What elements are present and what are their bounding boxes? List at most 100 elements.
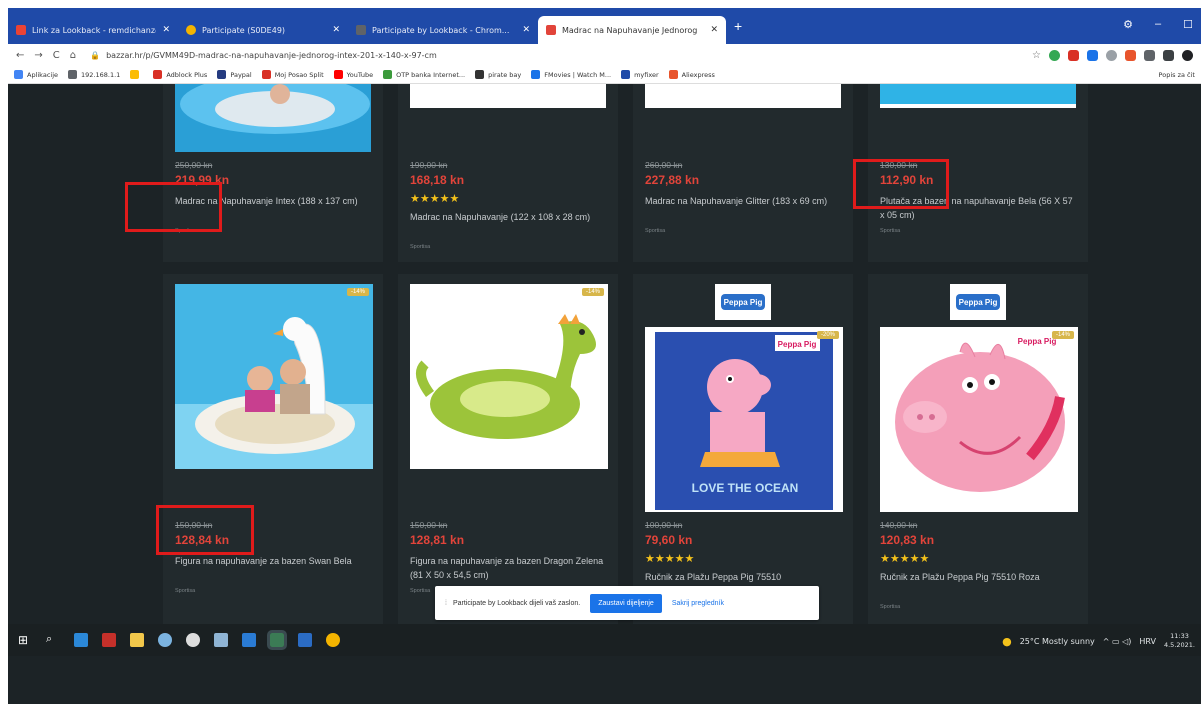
bookmark-item[interactable]: FMovies | Watch M... (531, 70, 611, 79)
product-card[interactable]: LOVE THE OCEAN Peppa Pig -20% Peppa Pig 100,… (633, 274, 853, 624)
extension-icon[interactable] (1144, 49, 1155, 61)
extension-icon[interactable] (1087, 49, 1098, 61)
extensions-puzzle-icon[interactable] (1163, 49, 1174, 61)
product-card[interactable]: 190,00 kn 168,18 kn ★★★★★ Madrac na Napuhav… (398, 84, 618, 262)
product-image[interactable] (880, 84, 1076, 108)
product-title[interactable]: Ručnik za Plažu Peppa Pig 75510 (645, 570, 840, 584)
reading-list-button[interactable]: Popis za čit (1159, 71, 1195, 79)
bookmark-item[interactable]: Moj Posao Split (261, 70, 324, 79)
product-card[interactable]: Peppa Pig -14% Peppa Pig 140,00 kn 120,83 kn… (868, 274, 1088, 624)
app-icon[interactable] (298, 633, 312, 647)
product-card[interactable]: -14% 150,00 kn 128,84 kn Figura na napuhava… (163, 274, 383, 624)
bookmark-icon (261, 70, 271, 79)
profile-icon[interactable]: ⚙ (1123, 18, 1133, 31)
bookmark-item[interactable]: Aliexpress (668, 70, 715, 79)
hide-button[interactable]: Sakrij pregledník (672, 600, 724, 607)
sale-price: 128,81 kn (410, 533, 465, 547)
bookmark-item[interactable]: myfixer (621, 70, 659, 79)
app-icon[interactable] (158, 633, 172, 647)
product-title[interactable]: Figura na napuhavanje za bazen Swan Bela (175, 554, 370, 568)
sale-price: 79,60 kn (645, 533, 693, 547)
product-image[interactable] (645, 84, 841, 108)
old-price: 150,00 kn (410, 520, 448, 530)
lock-icon[interactable]: 🔒 (90, 51, 100, 60)
product-title[interactable]: Madrac na Napuhavanje (122 x 108 x 28 cm… (410, 210, 605, 224)
product-image[interactable]: Peppa Pig -14% (880, 327, 1078, 512)
bookmark-icon (531, 70, 541, 79)
bookmark-item[interactable]: pirate bay (475, 70, 521, 79)
drag-handle-icon[interactable]: ⁞ (445, 600, 447, 607)
home-button[interactable]: ⌂ (70, 50, 76, 61)
file-explorer-icon[interactable] (130, 633, 144, 647)
windows-start-icon[interactable]: ⊞ (18, 633, 32, 647)
address-bar[interactable]: 🔒 bazzar.hr/p/GVMM49D-madrac-na-napuhava… (86, 47, 1032, 63)
back-button[interactable]: ← (16, 50, 24, 61)
highlight-box (853, 159, 949, 209)
product-image[interactable]: LOVE THE OCEAN Peppa Pig -20% (645, 327, 843, 512)
minimize-button[interactable]: – (1155, 18, 1161, 31)
bookmark-item[interactable]: Aplikacije (14, 70, 58, 79)
extension-icon[interactable] (1068, 49, 1079, 61)
close-icon[interactable]: ✕ (522, 25, 530, 35)
product-image[interactable]: -14% (175, 284, 373, 469)
system-tray: ● 25°C Mostly sunny ^ ▭ ◁) HRV 11:33 4.5… (1002, 632, 1195, 650)
bookmark-label: Aliexpress (681, 70, 715, 79)
task-view-icon[interactable] (74, 633, 88, 647)
bazzar-icon (546, 25, 556, 35)
bookmark-item[interactable]: Paypal (217, 70, 252, 79)
tab-participate[interactable]: Participate (S0DE49) ✕ (178, 16, 348, 44)
product-card[interactable]: 250,00 kn 219,99 kn Madrac na Napuhavanje … (163, 84, 383, 262)
avatar[interactable] (1182, 49, 1193, 61)
extension-icon[interactable] (1049, 49, 1060, 61)
vscode-icon[interactable] (242, 633, 256, 647)
weather-text[interactable]: 25°C Mostly sunny (1020, 637, 1095, 646)
bookmark-label: Aplikacije (27, 70, 59, 79)
vendor-label: Sportisa (880, 228, 901, 234)
maximize-button[interactable]: ☐ (1183, 18, 1193, 31)
tab-madrac-jednorog[interactable]: Madrac na Napuhavanje Jednorog ✕ (538, 16, 726, 44)
stop-sharing-button[interactable]: Zaustavi dijeljenje (590, 593, 662, 613)
forward-button[interactable]: → (34, 50, 42, 61)
product-title[interactable]: Ručnik za Plažu Peppa Pig 75510 Roza (880, 570, 1075, 584)
tray-icons[interactable]: ^ ▭ ◁) (1103, 637, 1132, 646)
tab-participate-lookback[interactable]: Participate by Lookback - Chrom... ✕ (348, 16, 538, 44)
product-card[interactable]: -14% 150,00 kn 128,81 kn Figura na napuhava… (398, 274, 618, 624)
extension-icon[interactable] (1125, 49, 1136, 61)
close-icon[interactable]: ✕ (710, 25, 718, 35)
close-icon[interactable]: ✕ (332, 25, 340, 35)
bookmark-item[interactable] (130, 70, 143, 79)
bookmark-item[interactable]: OTP banka Internet... (383, 70, 465, 79)
clock-date: 4.5.2021. (1163, 641, 1195, 649)
new-tab-button[interactable]: + (734, 18, 742, 34)
vendor-label: Sportisa (175, 588, 196, 594)
chrome-icon[interactable] (267, 630, 287, 650)
bookmark-item[interactable]: 192.168.1.1 (68, 70, 120, 79)
app-icon[interactable] (214, 633, 228, 647)
bookmark-item[interactable]: Adblock Plus (153, 70, 207, 79)
product-image[interactable] (410, 84, 606, 108)
language-indicator[interactable]: HRV (1139, 637, 1156, 646)
product-title[interactable]: Figura na napuhavanje za bazen Dragon Ze… (410, 554, 605, 582)
clock[interactable]: 11:33 4.5.2021. (1164, 632, 1195, 650)
rating-stars: ★★★★★ (880, 553, 930, 565)
discount-badge: -14% (1051, 331, 1074, 339)
bookmark-item[interactable]: YouTube (333, 70, 373, 79)
close-icon[interactable]: ✕ (162, 25, 170, 35)
app-icon[interactable] (186, 633, 200, 647)
app-icon[interactable] (102, 633, 116, 647)
lookback-icon (186, 25, 196, 35)
bookmark-label: FMovies | Watch M... (544, 70, 612, 79)
search-icon[interactable]: ⌕ (46, 633, 60, 647)
discount-badge: -14% (346, 288, 369, 296)
lookback-icon[interactable] (326, 633, 340, 647)
reload-button[interactable]: C (53, 50, 60, 61)
discount-badge: -14% (581, 288, 604, 296)
product-image[interactable] (175, 84, 371, 152)
extension-icons: ☆ (1032, 49, 1193, 61)
product-title[interactable]: Madrac na Napuhavanje Glitter (183 x 69 … (645, 194, 840, 208)
tab-lookback-link[interactable]: Link za Lookback - remdichanz@... ✕ (8, 16, 178, 44)
star-icon[interactable]: ☆ (1032, 50, 1041, 61)
product-card[interactable]: 260,00 kn 227,88 kn Madrac na Napuhavanje … (633, 84, 853, 262)
product-image[interactable]: -14% (410, 284, 608, 469)
extension-icon[interactable] (1106, 49, 1117, 61)
